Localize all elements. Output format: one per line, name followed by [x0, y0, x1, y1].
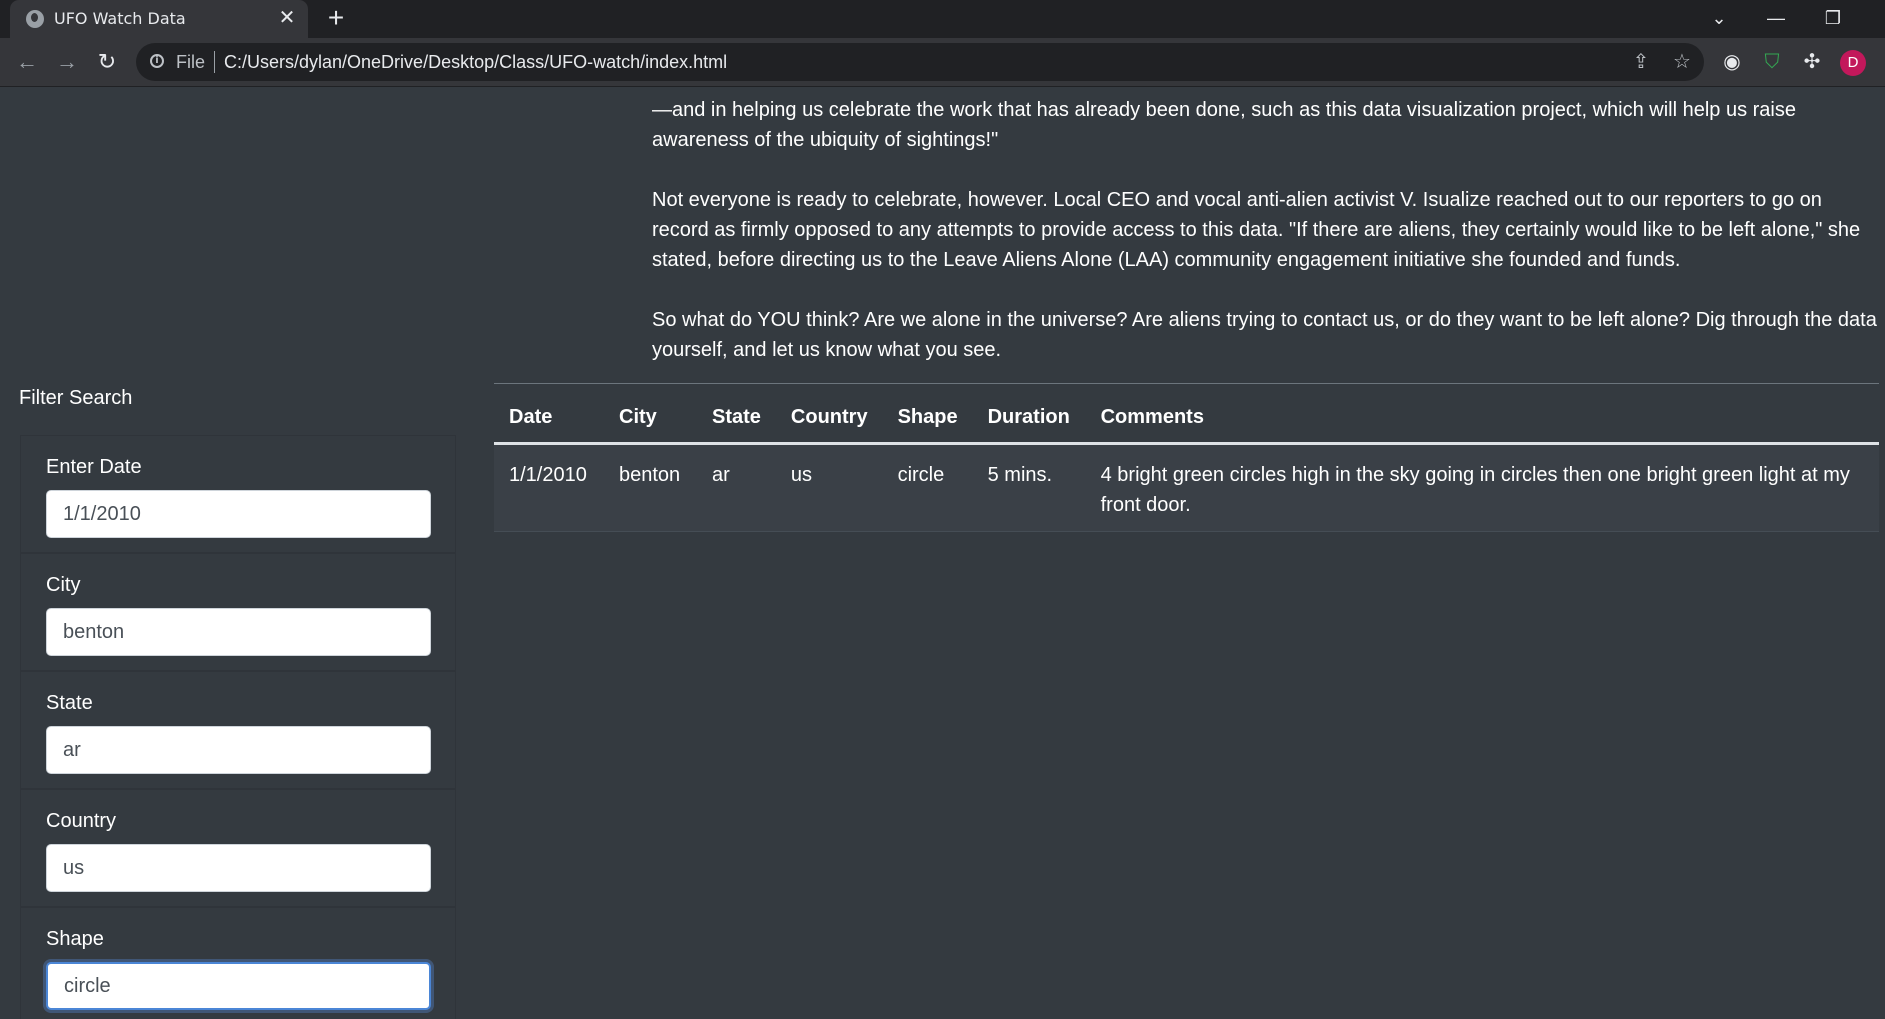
globe-icon	[26, 10, 44, 28]
address-bar[interactable]: i File C:/Users/dylan/OneDrive/Desktop/C…	[136, 43, 1704, 81]
forward-icon[interactable]: →	[52, 47, 82, 77]
tab-title: UFO Watch Data	[54, 9, 186, 28]
new-tab-button[interactable]: +	[322, 4, 350, 33]
filter-label: City	[46, 574, 81, 596]
clipped-text-line	[652, 87, 1882, 93]
column-header-shape: Shape	[882, 389, 973, 445]
country-input[interactable]	[46, 844, 431, 892]
state-input[interactable]	[46, 726, 431, 774]
extension-g-icon[interactable]: ◉	[1720, 50, 1744, 74]
restore-icon[interactable]: ❐	[1819, 6, 1847, 30]
info-icon[interactable]: i	[150, 54, 164, 68]
cell-duration: 5 mins.	[972, 443, 1086, 532]
tab-close-icon[interactable]: ✕	[276, 7, 298, 29]
filter-country-group: Country	[20, 789, 456, 907]
column-header-country: Country	[775, 389, 883, 445]
column-header-state: State	[697, 389, 776, 445]
filter-label: State	[46, 692, 93, 714]
column-header-comments: Comments	[1085, 389, 1879, 445]
article-paragraph: Not everyone is ready to celebrate, howe…	[652, 189, 1861, 271]
cell-city: benton	[604, 443, 697, 532]
cell-state: ar	[697, 443, 776, 532]
browser-toolbar: ← → ↻ i File C:/Users/dylan/OneDrive/Des…	[0, 38, 1885, 87]
star-icon[interactable]: ☆	[1671, 51, 1693, 73]
table-header-row: Date City State Country Shape Duration C…	[494, 389, 1879, 445]
cell-country: us	[775, 443, 883, 532]
shape-input[interactable]	[46, 962, 431, 1010]
profile-avatar[interactable]: D	[1840, 50, 1866, 76]
article-paragraph: So what do YOU think? Are we alone in th…	[652, 309, 1877, 361]
cell-comments: 4 bright green circles high in the sky g…	[1085, 443, 1879, 532]
article-text: —and in helping us celebrate the work th…	[652, 87, 1882, 395]
share-icon[interactable]: ⇪	[1630, 51, 1652, 73]
column-header-duration: Duration	[972, 389, 1086, 445]
filter-shape-group: Shape	[20, 907, 456, 1019]
filter-city-group: City	[20, 553, 456, 671]
divider	[494, 383, 1879, 384]
filter-date-group: Enter Date	[20, 435, 456, 553]
cell-shape: circle	[882, 443, 973, 532]
shield-icon[interactable]: ⛉	[1760, 50, 1784, 74]
back-icon[interactable]: ←	[12, 47, 42, 77]
table-row: 1/1/2010 benton ar us circle 5 mins. 4 b…	[494, 443, 1879, 532]
browser-tabbar: UFO Watch Data ✕ + ⌄ — ❐	[0, 0, 1885, 38]
filter-label: Enter Date	[46, 456, 142, 478]
reload-icon[interactable]: ↻	[92, 47, 122, 77]
article-paragraph: —and in helping us celebrate the work th…	[652, 99, 1796, 151]
file-label: File	[176, 52, 206, 72]
address-separator	[214, 51, 215, 73]
column-header-date: Date	[494, 389, 604, 445]
minimize-icon[interactable]: —	[1762, 6, 1790, 30]
filter-label: Country	[46, 810, 117, 832]
browser-tab[interactable]: UFO Watch Data ✕	[10, 0, 308, 38]
city-input[interactable]	[46, 608, 431, 656]
column-header-city: City	[604, 389, 697, 445]
ufo-data-table: Date City State Country Shape Duration C…	[494, 389, 1879, 532]
puzzle-icon[interactable]: ✣	[1800, 50, 1824, 74]
filter-search-title: Filter Search	[19, 387, 133, 409]
date-input[interactable]	[46, 490, 431, 538]
cell-date: 1/1/2010	[494, 443, 604, 532]
url-text[interactable]: C:/Users/dylan/OneDrive/Desktop/Class/UF…	[224, 52, 727, 73]
tab-search-icon[interactable]: ⌄	[1705, 6, 1733, 30]
filter-state-group: State	[20, 671, 456, 789]
filter-panel: Enter Date City State Country Shape	[20, 435, 456, 1019]
filter-label: Shape	[46, 928, 104, 950]
page-content: —and in helping us celebrate the work th…	[0, 87, 1885, 1019]
